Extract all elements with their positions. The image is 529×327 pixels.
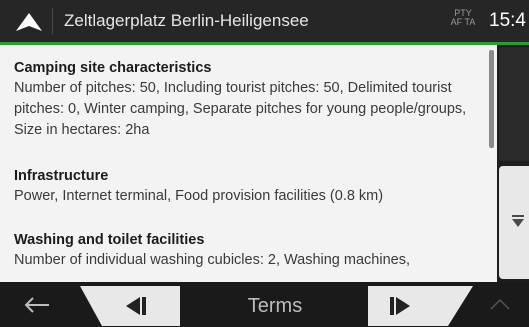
scroll-up-button[interactable] <box>499 47 529 161</box>
scroll-down-icon <box>512 215 524 227</box>
section-camping-characteristics: Camping site characteristics Number of p… <box>14 58 474 141</box>
section-body: Number of individual washing cubicles: 2… <box>14 252 410 268</box>
section-washing-toilet: Washing and toilet facilities Number of … <box>14 230 474 271</box>
badge-line-2: AF TA <box>450 17 476 27</box>
section-infrastructure: Infrastructure Power, Internet terminal,… <box>14 166 474 207</box>
page-title: Zeltlagerplatz Berlin-Heiligensee <box>64 11 309 30</box>
section-heading: Infrastructure <box>14 168 109 184</box>
title-separator <box>52 8 53 34</box>
previous-button[interactable] <box>80 286 180 326</box>
section-body: Number of pitches: 50, Including tourist… <box>14 80 467 138</box>
section-heading: Washing and toilet facilities <box>14 232 205 248</box>
details-panel[interactable]: Camping site characteristics Number of p… <box>0 45 487 282</box>
chevron-up-icon[interactable] <box>489 297 511 311</box>
scrollbar-thumb[interactable] <box>489 50 494 148</box>
clock: 15:4 <box>489 10 526 31</box>
section-heading: Camping site characteristics <box>14 60 212 76</box>
next-button[interactable] <box>368 286 473 326</box>
section-body: Power, Internet terminal, Food provision… <box>14 188 384 204</box>
back-arrow-icon[interactable] <box>22 294 52 316</box>
info-badge: PTY AF TA <box>448 9 478 27</box>
navigation-arrow-icon[interactable] <box>14 11 44 33</box>
terms-label: Terms <box>247 295 303 317</box>
